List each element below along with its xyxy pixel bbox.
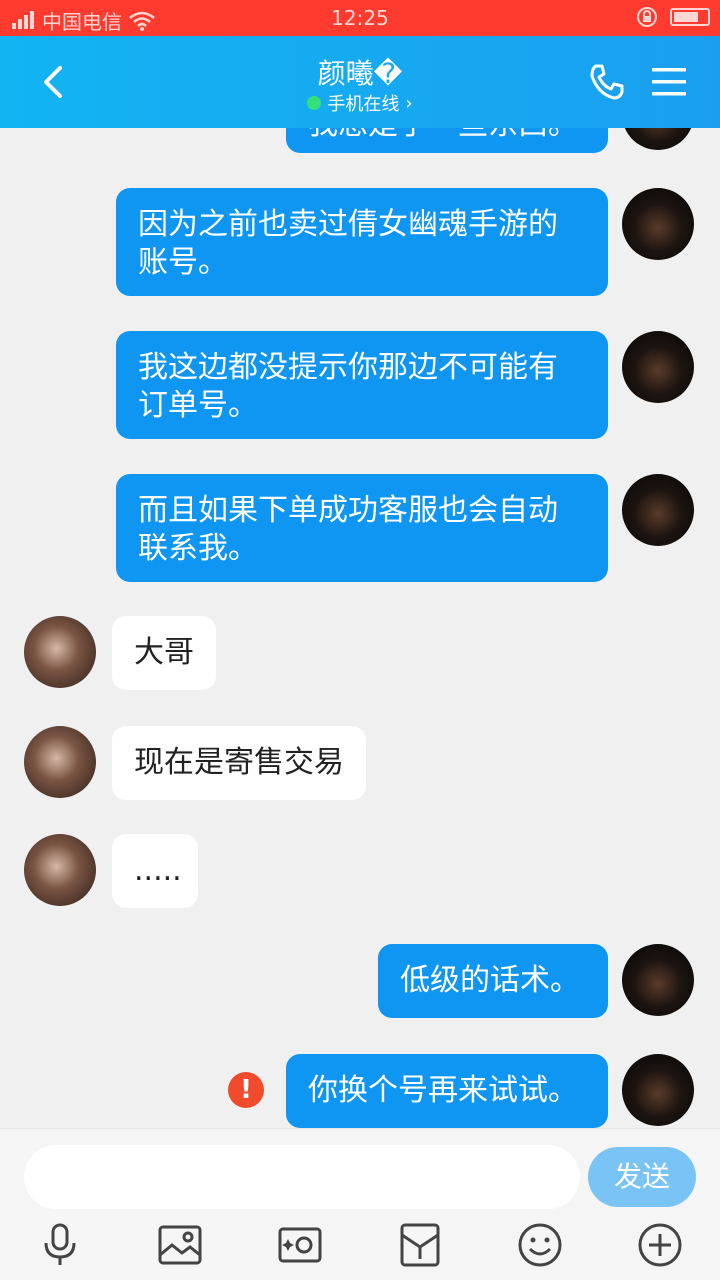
message-bubble[interactable]: 我想是了一些东西。 <box>286 128 608 153</box>
message-text: 你换个号再来试试。 <box>308 1073 578 1108</box>
camera-icon[interactable] <box>276 1221 324 1269</box>
menu-icon[interactable] <box>650 64 688 100</box>
my-avatar[interactable] <box>622 944 694 1016</box>
battery-icon <box>670 8 710 26</box>
message-text: ..... <box>134 853 182 888</box>
message-bubble[interactable]: ..... <box>112 834 198 908</box>
status-right <box>636 6 710 28</box>
chevron-right-icon: › <box>405 92 413 114</box>
message-bubble[interactable]: 因为之前也卖过倩女幽魂手游的账号。 <box>116 188 608 296</box>
message-bubble[interactable]: 大哥 <box>112 616 216 690</box>
online-dot-icon <box>307 96 322 110</box>
plus-icon[interactable] <box>636 1221 684 1269</box>
chat-area[interactable]: 我想是了一些东西。 因为之前也卖过倩女幽魂手游的账号。 我这边都没提示你那边不可… <box>0 128 720 1128</box>
my-avatar[interactable] <box>622 128 694 150</box>
microphone-icon[interactable] <box>36 1221 84 1269</box>
my-avatar[interactable] <box>622 1054 694 1126</box>
online-status-label: 手机在线 <box>327 94 400 115</box>
my-avatar[interactable] <box>622 188 694 260</box>
lock-rotation-icon <box>637 7 657 27</box>
message-bubble[interactable]: 而且如果下单成功客服也会自动联系我。 <box>116 474 608 582</box>
send-failed-icon[interactable]: ! <box>228 1072 264 1108</box>
message-bubble[interactable]: 我这边都没提示你那边不可能有订单号。 <box>116 331 608 439</box>
message-bubble[interactable]: 低级的话术。 <box>378 944 608 1018</box>
message-bubble[interactable]: 你换个号再来试试。 <box>286 1054 608 1128</box>
message-text: 因为之前也卖过倩女幽魂手游的账号。 <box>138 207 558 280</box>
phone-icon[interactable] <box>586 62 626 102</box>
red-packet-icon[interactable] <box>396 1221 444 1269</box>
message-input[interactable] <box>24 1145 580 1209</box>
message-text: 现在是寄售交易 <box>134 745 344 780</box>
my-avatar[interactable] <box>622 331 694 403</box>
chat-header: 颜曦� 手机在线 › <box>0 36 720 128</box>
message-text: 而且如果下单成功客服也会自动联系我。 <box>138 493 558 566</box>
image-icon[interactable] <box>156 1221 204 1269</box>
message-bubble[interactable]: 现在是寄售交易 <box>112 726 366 800</box>
status-time: 12:25 <box>331 6 389 30</box>
message-text: 低级的话术。 <box>400 963 580 998</box>
message-text: 我想是了一些东西。 <box>308 128 578 142</box>
contact-avatar[interactable] <box>24 834 96 906</box>
message-text: 大哥 <box>134 635 194 670</box>
send-button[interactable]: 发送 <box>588 1147 696 1207</box>
my-avatar[interactable] <box>622 474 694 546</box>
status-bar: 中国电信 12:25 <box>0 0 720 36</box>
emoji-icon[interactable] <box>516 1221 564 1269</box>
contact-avatar[interactable] <box>24 726 96 798</box>
message-text: 我这边都没提示你那边不可能有订单号。 <box>138 350 558 423</box>
input-bar: 发送 <box>0 1128 720 1280</box>
contact-avatar[interactable] <box>24 616 96 688</box>
